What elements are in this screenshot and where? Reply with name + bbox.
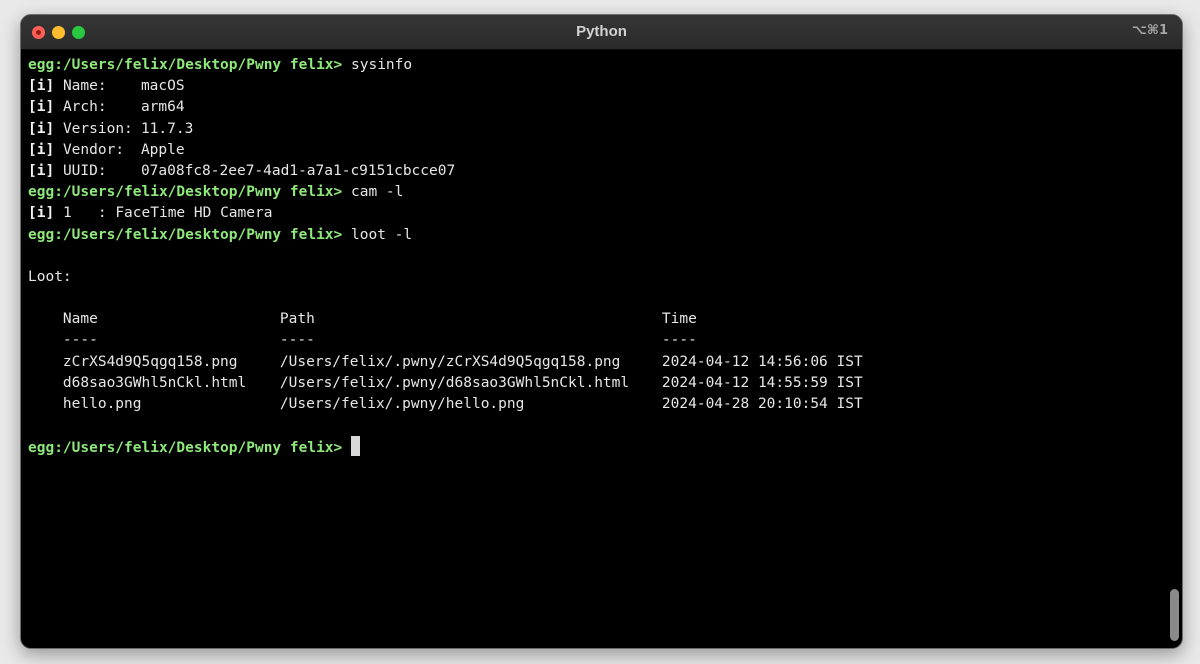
shell-prompt: egg:/Users/felix/Desktop/Pwny felix> (28, 57, 343, 73)
column-header-time: Time (661, 311, 697, 328)
camera-line: [i] 1 : FaceTime HD Camera (28, 203, 1166, 224)
loot-time-cell: 2024-04-28 20:10:54 IST (661, 396, 863, 412)
loot-heading: Loot: (28, 267, 1166, 288)
command-line: egg:/Users/felix/Desktop/Pwny felix> sys… (28, 55, 1166, 76)
sysinfo-line: [i] Version: 11.7.3 (28, 119, 1166, 140)
separator-name: ---- (62, 332, 98, 349)
sysinfo-key: Arch: (62, 99, 107, 116)
terminal-window: Python ⌥⌘1 egg:/Users/felix/Desktop/Pwny… (20, 14, 1183, 649)
column-header-path: Path (279, 311, 315, 328)
info-tag: [i] (28, 162, 55, 179)
loot-path-cell: /Users/felix/.pwny/hello.png (279, 396, 525, 412)
sysinfo-value: Apple (140, 141, 185, 158)
sysinfo-line: [i] UUID: 07a08fc8-2ee7-4ad1-a7a1-c9151cb… (28, 161, 1166, 182)
shell-prompt: egg:/Users/felix/Desktop/Pwny felix> (28, 440, 343, 457)
sysinfo-value: macOS (140, 78, 185, 95)
text-cursor[interactable] (351, 436, 361, 457)
command-text: sysinfo (351, 57, 413, 73)
sysinfo-line: [i] Arch: arm64 (28, 97, 1166, 118)
loot-name-cell: hello.png (62, 396, 142, 412)
separator-time: ---- (661, 332, 697, 349)
command-line: egg:/Users/felix/Desktop/Pwny felix> cam… (28, 182, 1166, 203)
sysinfo-line: [i] Name: macOS (28, 76, 1166, 97)
info-tag: [i] (28, 141, 55, 158)
info-tag: [i] (28, 99, 55, 116)
separator-path: ---- (279, 332, 315, 349)
loot-time-cell: 2024-04-12 14:56:06 IST (661, 353, 863, 370)
info-tag: [i] (28, 205, 55, 222)
column-header-name: Name (62, 311, 98, 328)
sysinfo-value: arm64 (140, 99, 185, 116)
title-bar[interactable]: Python ⌥⌘1 (21, 15, 1182, 50)
loot-table-header: Name Path Time (28, 309, 1166, 330)
command-text: loot -l (351, 226, 413, 243)
sysinfo-key: UUID: (62, 162, 107, 179)
terminal-output[interactable]: egg:/Users/felix/Desktop/Pwny felix> sys… (28, 55, 1166, 458)
loot-name-cell: d68sao3GWhl5nCkl.html (62, 374, 247, 391)
loot-time-cell: 2024-04-12 14:55:59 IST (661, 374, 863, 391)
loot-name-cell: zCrXS4d9Q5qgq158.png (62, 353, 238, 370)
sysinfo-key: Vendor: (62, 141, 125, 158)
vertical-scrollbar[interactable] (1170, 589, 1179, 641)
loot-heading-text: Loot: (28, 268, 72, 285)
info-tag: [i] (28, 120, 55, 137)
shell-prompt: egg:/Users/felix/Desktop/Pwny felix> (28, 184, 343, 201)
command-line: egg:/Users/felix/Desktop/Pwny felix> loo… (28, 225, 1166, 246)
sysinfo-key: Name: (62, 78, 107, 95)
sysinfo-line: [i] Vendor: Apple (28, 140, 1166, 161)
command-text: cam -l (351, 184, 404, 201)
sysinfo-value: 11.7.3 (140, 120, 194, 137)
info-tag: [i] (28, 78, 55, 95)
table-row: hello.png/Users/felix/.pwny/hello.png 202… (28, 394, 1166, 415)
shell-prompt: egg:/Users/felix/Desktop/Pwny felix> (28, 226, 343, 243)
active-prompt-line: egg:/Users/felix/Desktop/Pwny felix> (28, 436, 1166, 457)
sysinfo-value: 07a08fc8-2ee7-4ad1-a7a1-c9151cbcce07 (140, 162, 456, 179)
loot-path-cell: /Users/felix/.pwny/zCrXS4d9Q5qgq158.png (279, 353, 621, 370)
window-title: Python (576, 23, 627, 40)
sysinfo-key: Version: (62, 120, 133, 137)
loot-table-separator: ---- ---- ---- (28, 330, 1166, 351)
table-row: d68sao3GWhl5nCkl.html/Users/felix/.pwny/… (28, 373, 1166, 394)
camera-entry: 1 : FaceTime HD Camera (62, 205, 273, 222)
loot-path-cell: /Users/felix/.pwny/d68sao3GWhl5nCkl.html (279, 374, 630, 391)
table-row: zCrXS4d9Q5qgq158.png/Users/felix/.pwny/z… (28, 352, 1166, 373)
window-shortcut-label: ⌥⌘1 (1131, 23, 1168, 38)
